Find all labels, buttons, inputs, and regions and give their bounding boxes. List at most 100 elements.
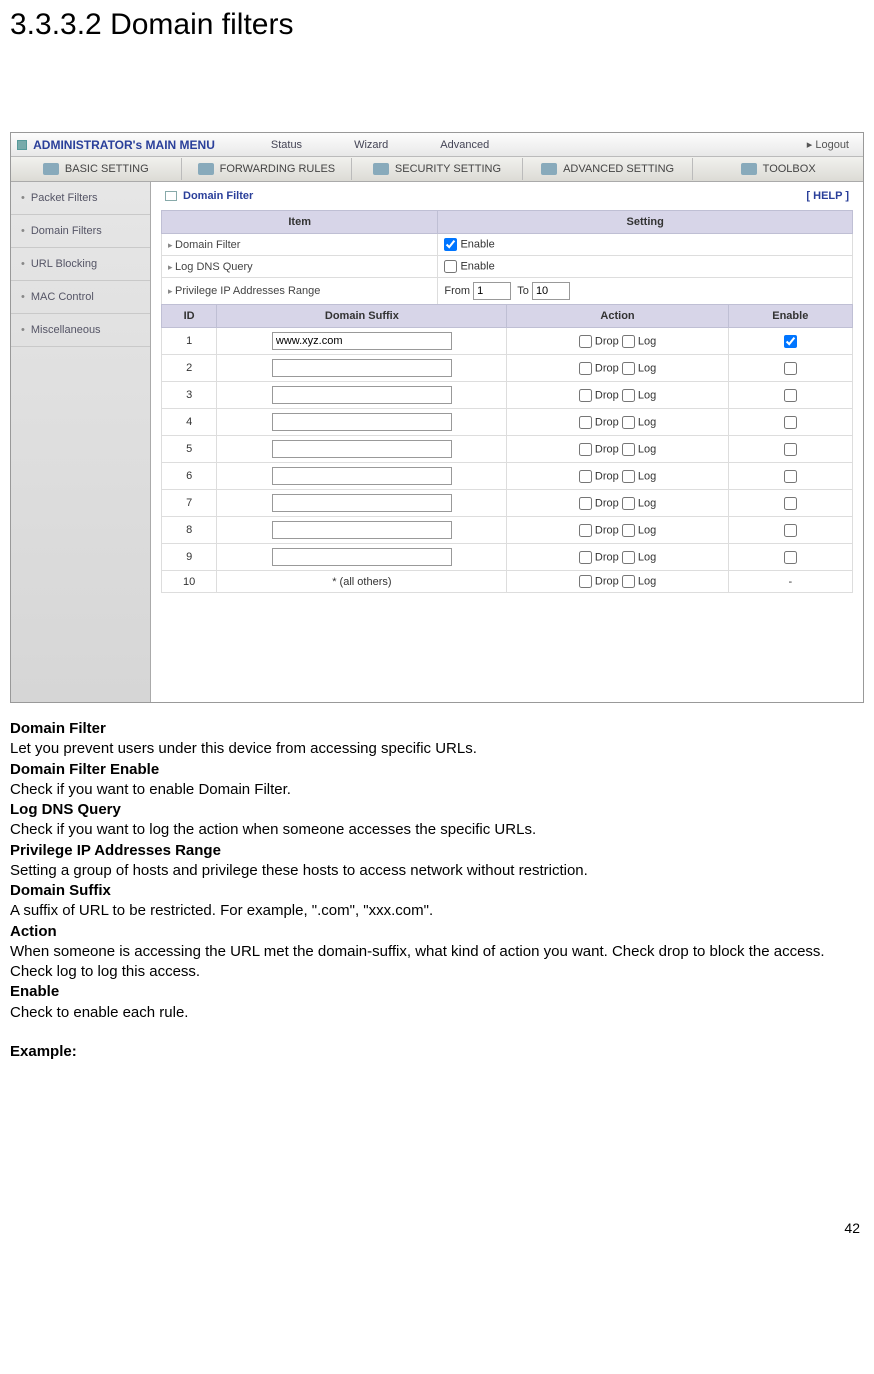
domain-suffix-input[interactable] <box>272 494 452 512</box>
sidebar-item-url-blocking[interactable]: URL Blocking <box>11 248 150 281</box>
sidebar-item-domain-filters[interactable]: Domain Filters <box>11 215 150 248</box>
drop-label: Drop <box>592 389 622 401</box>
rule-id: 4 <box>162 409 217 436</box>
action-cell: Drop Log <box>507 382 728 409</box>
domain-suffix-input[interactable] <box>272 467 452 485</box>
panel-title: Domain Filter <box>183 190 253 202</box>
enable-cell <box>728 328 852 355</box>
rule-enable-checkbox[interactable] <box>784 524 797 537</box>
drop-checkbox[interactable] <box>579 497 592 510</box>
drop-label: Drop <box>592 575 622 587</box>
rule-enable-checkbox[interactable] <box>784 470 797 483</box>
menu-icon <box>17 140 27 150</box>
section-tabs: BASIC SETTING FORWARDING RULES SECURITY … <box>11 157 863 182</box>
doc-text: Check to enable each rule. <box>10 1003 864 1023</box>
menu-advanced[interactable]: Advanced <box>440 139 489 151</box>
rule-enable-checkbox[interactable] <box>784 416 797 429</box>
log-checkbox[interactable] <box>622 443 635 456</box>
doc-text: Let you prevent users under this device … <box>10 739 864 759</box>
to-label: To <box>517 285 529 297</box>
domain-suffix-input[interactable] <box>272 521 452 539</box>
menu-status[interactable]: Status <box>271 139 302 151</box>
doc-term: Domain Suffix <box>10 881 864 901</box>
log-dns-enable-checkbox[interactable] <box>444 260 457 273</box>
menu-wizard[interactable]: Wizard <box>354 139 388 151</box>
tab-icon <box>373 163 389 175</box>
log-checkbox[interactable] <box>622 362 635 375</box>
drop-checkbox[interactable] <box>579 524 592 537</box>
rule-id: 7 <box>162 490 217 517</box>
col-id: ID <box>162 305 217 328</box>
main-menu-title: ADMINISTRATOR's MAIN MENU <box>33 138 215 152</box>
doc-term: Action <box>10 922 864 942</box>
log-checkbox[interactable] <box>622 524 635 537</box>
privilege-to-input[interactable] <box>532 282 570 300</box>
log-checkbox[interactable] <box>622 416 635 429</box>
domain-suffix-input[interactable] <box>272 548 452 566</box>
domain-filter-enable-checkbox[interactable] <box>444 238 457 251</box>
log-checkbox[interactable] <box>622 497 635 510</box>
col-setting: Setting <box>438 211 853 234</box>
content-panel: Domain Filter [ HELP ] Item Setting Doma… <box>151 182 863 702</box>
drop-checkbox[interactable] <box>579 335 592 348</box>
drop-label: Drop <box>592 335 622 347</box>
rule-id: 1 <box>162 328 217 355</box>
tab-security-setting[interactable]: SECURITY SETTING <box>352 158 523 180</box>
rule-enable-checkbox[interactable] <box>784 551 797 564</box>
drop-checkbox[interactable] <box>579 416 592 429</box>
tab-forwarding-rules[interactable]: FORWARDING RULES <box>182 158 353 180</box>
enable-cell <box>728 544 852 571</box>
rule-enable-checkbox[interactable] <box>784 389 797 402</box>
doc-term: Log DNS Query <box>10 800 864 820</box>
drop-checkbox[interactable] <box>579 551 592 564</box>
description-section: Domain FilterLet you prevent users under… <box>10 719 864 1023</box>
tab-advanced-setting[interactable]: ADVANCED SETTING <box>523 158 694 180</box>
doc-text: Check if you want to enable Domain Filte… <box>10 780 864 800</box>
drop-checkbox[interactable] <box>579 470 592 483</box>
log-checkbox[interactable] <box>622 389 635 402</box>
col-action: Action <box>507 305 728 328</box>
doc-term: Domain Filter <box>10 719 864 739</box>
domain-suffix-input[interactable] <box>272 332 452 350</box>
domain-suffix-input[interactable] <box>272 413 452 431</box>
log-label: Log <box>635 443 656 455</box>
rule-enable-checkbox[interactable] <box>784 335 797 348</box>
drop-checkbox[interactable] <box>579 389 592 402</box>
domain-suffix-input[interactable] <box>272 359 452 377</box>
doc-term: Enable <box>10 982 864 1002</box>
row-log-dns-label: Log DNS Query <box>162 256 438 278</box>
col-domain-suffix: Domain Suffix <box>217 305 507 328</box>
enable-label: Enable <box>460 238 494 250</box>
rule-enable-checkbox[interactable] <box>784 362 797 375</box>
sidebar-item-packet-filters[interactable]: Packet Filters <box>11 182 150 215</box>
log-checkbox[interactable] <box>622 335 635 348</box>
privilege-from-input[interactable] <box>473 282 511 300</box>
log-label: Log <box>635 470 656 482</box>
action-cell: Drop Log <box>507 571 728 593</box>
logout-link[interactable]: ▸ Logout <box>807 138 849 151</box>
log-checkbox[interactable] <box>622 575 635 588</box>
tab-toolbox[interactable]: TOOLBOX <box>693 158 863 180</box>
domain-suffix-input[interactable] <box>272 386 452 404</box>
drop-checkbox[interactable] <box>579 443 592 456</box>
table-row: 2 Drop Log <box>162 355 853 382</box>
domain-suffix-input[interactable] <box>272 440 452 458</box>
example-heading: Example: <box>10 1043 864 1060</box>
table-row: 3 Drop Log <box>162 382 853 409</box>
tab-basic-setting[interactable]: BASIC SETTING <box>11 158 182 180</box>
drop-checkbox[interactable] <box>579 575 592 588</box>
log-label: Log <box>635 551 656 563</box>
log-checkbox[interactable] <box>622 551 635 564</box>
drop-checkbox[interactable] <box>579 362 592 375</box>
rule-enable-checkbox[interactable] <box>784 443 797 456</box>
enable-cell <box>728 355 852 382</box>
help-link[interactable]: [ HELP ] <box>806 190 849 202</box>
action-cell: Drop Log <box>507 355 728 382</box>
rule-enable-checkbox[interactable] <box>784 497 797 510</box>
sidebar-item-mac-control[interactable]: MAC Control <box>11 281 150 314</box>
sidebar-item-miscellaneous[interactable]: Miscellaneous <box>11 314 150 347</box>
log-checkbox[interactable] <box>622 470 635 483</box>
log-label: Log <box>635 524 656 536</box>
enable-cell: - <box>728 571 852 593</box>
log-label: Log <box>635 389 656 401</box>
